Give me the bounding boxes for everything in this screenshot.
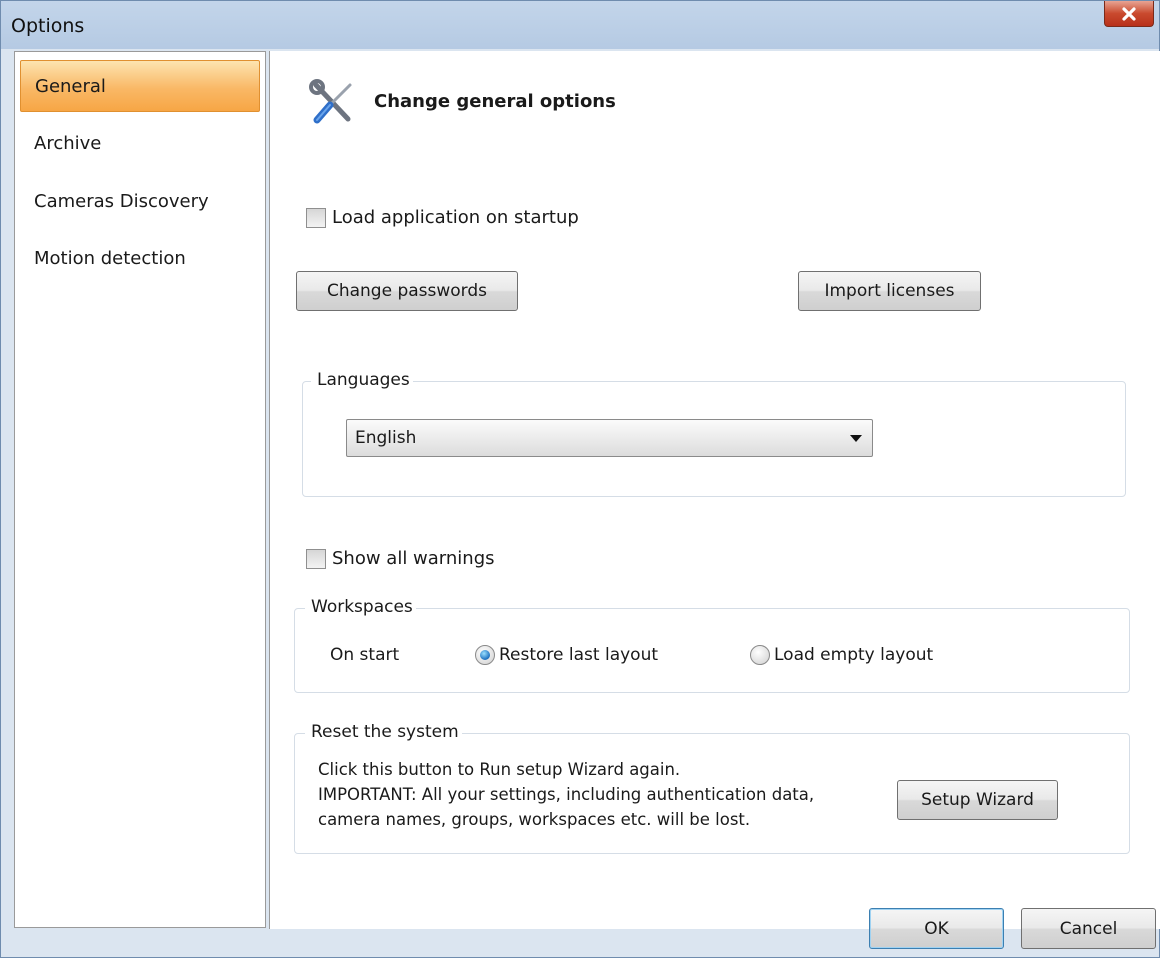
checkbox-label: Load application on startup xyxy=(332,207,579,228)
cancel-button[interactable]: Cancel xyxy=(1021,908,1156,949)
show-all-warnings-checkbox[interactable]: Show all warnings xyxy=(306,548,495,569)
reset-line: Click this button to Run setup Wizard ag… xyxy=(318,760,681,779)
radio-label: Load empty layout xyxy=(774,645,934,665)
reset-line: IMPORTANT: All your settings, including … xyxy=(318,785,815,804)
restore-last-layout-radio[interactable]: Restore last layout xyxy=(475,645,658,665)
language-select-value: English xyxy=(355,428,417,448)
checkbox-box[interactable] xyxy=(306,548,326,569)
options-window: Options General Archive Cameras Discover… xyxy=(0,0,1160,958)
reset-legend: Reset the system xyxy=(305,722,462,742)
title-bar[interactable]: Options xyxy=(1,1,1159,49)
languages-legend: Languages xyxy=(311,370,413,390)
sidebar-item-label: Motion detection xyxy=(34,248,186,269)
window-title: Options xyxy=(11,15,85,37)
load-empty-layout-radio[interactable]: Load empty layout xyxy=(750,645,933,665)
workspaces-group: Workspaces xyxy=(294,597,1130,693)
checkbox-box[interactable] xyxy=(306,207,326,228)
language-select[interactable]: English xyxy=(346,419,873,457)
close-icon xyxy=(1122,7,1136,21)
on-start-label: On start xyxy=(330,645,400,665)
chevron-down-icon xyxy=(850,435,862,442)
load-on-startup-checkbox[interactable]: Load application on startup xyxy=(306,207,579,228)
radio-button[interactable] xyxy=(475,645,495,665)
checkbox-label: Show all warnings xyxy=(332,548,495,569)
radio-button[interactable] xyxy=(750,645,770,665)
reset-line: camera names, groups, workspaces etc. wi… xyxy=(318,810,751,829)
sidebar-item-motion-detection[interactable]: Motion detection xyxy=(20,233,260,285)
general-options-panel: Change general options Load application … xyxy=(269,51,1160,929)
tools-icon xyxy=(309,79,352,124)
workspaces-legend: Workspaces xyxy=(305,597,416,617)
ok-button[interactable]: OK xyxy=(869,908,1004,949)
close-button[interactable] xyxy=(1104,1,1154,27)
change-passwords-button[interactable]: Change passwords xyxy=(296,271,518,311)
options-sidebar: General Archive Cameras Discovery Motion… xyxy=(14,51,266,928)
setup-wizard-button[interactable]: Setup Wizard xyxy=(897,780,1058,820)
sidebar-item-label: Archive xyxy=(34,133,102,154)
sidebar-item-cameras-discovery[interactable]: Cameras Discovery xyxy=(20,176,260,228)
sidebar-item-label: General xyxy=(35,76,106,97)
page-title: Change general options xyxy=(374,91,616,112)
import-licenses-button[interactable]: Import licenses xyxy=(798,271,981,311)
sidebar-item-general[interactable]: General xyxy=(20,60,260,112)
radio-label: Restore last layout xyxy=(499,645,659,665)
sidebar-item-archive[interactable]: Archive xyxy=(20,118,260,170)
reset-description: Click this button to Run setup Wizard ag… xyxy=(318,757,814,832)
sidebar-item-label: Cameras Discovery xyxy=(34,191,209,212)
